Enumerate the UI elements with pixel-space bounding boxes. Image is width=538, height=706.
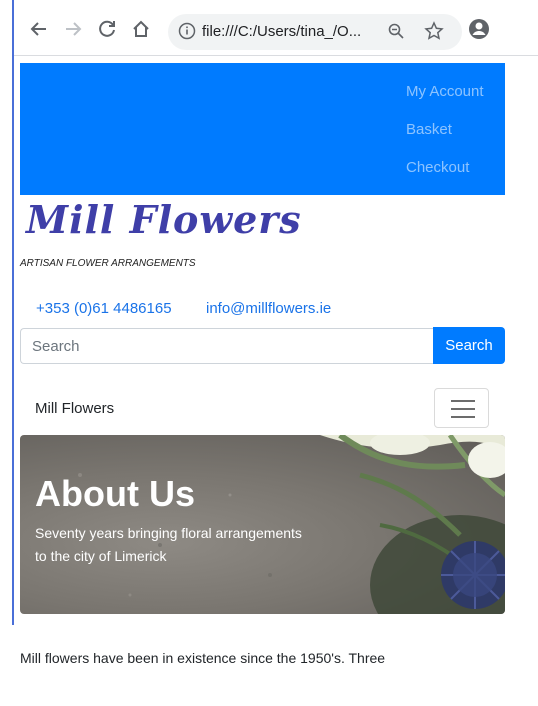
intro-paragraph: Mill flowers have been in existence sinc… — [20, 650, 386, 666]
account-icon[interactable] — [466, 16, 492, 42]
page-left-border — [12, 0, 14, 625]
browser-toolbar: file:///C:/Users/tina_/O... — [14, 0, 538, 56]
site-tagline: ARTISAN FLOWER ARRANGEMENTS — [20, 258, 196, 269]
hero-subtitle-line-1: Seventy years bringing floral arrangemen… — [35, 525, 302, 541]
hero-banner: About Us Seventy years bringing floral a… — [20, 435, 505, 614]
star-icon[interactable] — [424, 21, 444, 46]
nav-link-checkout[interactable]: Checkout — [406, 159, 469, 176]
search-input[interactable] — [20, 328, 434, 364]
top-nav-bar: My Account Basket Checkout — [20, 63, 505, 195]
back-arrow-icon[interactable] — [26, 16, 52, 42]
nav-link-my-account[interactable]: My Account — [406, 83, 484, 100]
nav-link-basket[interactable]: Basket — [406, 121, 452, 138]
search-button[interactable]: Search — [433, 327, 505, 364]
forward-arrow-icon[interactable] — [60, 16, 86, 42]
hero-subtitle-line-2: to the city of Limerick — [35, 548, 167, 564]
home-icon[interactable] — [128, 16, 154, 42]
zoom-icon[interactable] — [387, 22, 405, 45]
site-logo[interactable]: Mill Flowers — [26, 197, 302, 242]
email-link[interactable]: info@millflowers.ie — [206, 300, 331, 317]
url-text[interactable]: file:///C:/Users/tina_/O... — [202, 23, 361, 40]
address-bar[interactable]: file:///C:/Users/tina_/O... — [168, 14, 462, 50]
page-header: My Account Basket Checkout — [20, 63, 505, 195]
hero-title: About Us — [35, 473, 195, 514]
navbar-brand[interactable]: Mill Flowers — [35, 400, 114, 417]
phone-link[interactable]: +353 (0)61 4486165 — [36, 300, 172, 317]
hamburger-icon[interactable] — [434, 388, 489, 428]
reload-icon[interactable] — [94, 16, 120, 42]
info-icon[interactable] — [178, 22, 196, 45]
